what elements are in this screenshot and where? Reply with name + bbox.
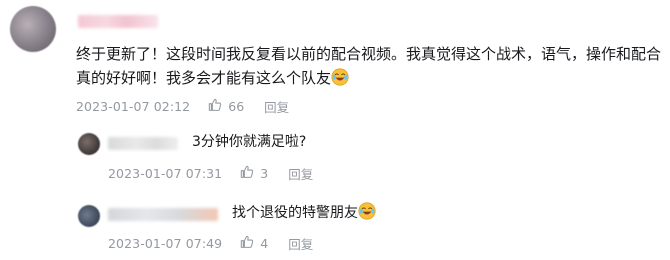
comment-text: 真的好好啊！我多会才能有这么个队友 (76, 69, 332, 87)
reply-timestamp: 2023-01-07 07:49 (108, 235, 223, 251)
thumbs-up-icon (208, 98, 228, 115)
like-count: 3 (260, 165, 269, 181)
reply-text: 3分钟你就满足啦? (192, 134, 307, 150)
laughing-tears-emoji-icon (358, 202, 376, 229)
laughing-tears-emoji-icon (331, 68, 349, 94)
comment-text-line-1: 终于更新了！这段时间我反复看以前的配合视频。我真觉得这个战术，语气，操作和配合 (76, 45, 662, 63)
reply-button[interactable]: 回复 (264, 97, 289, 116)
reply-meta: 2023-01-07 07:49 4 回复 (108, 234, 313, 252)
thumbs-up-icon (240, 235, 260, 252)
reply-text: 找个退役的特警朋友 (232, 205, 358, 221)
username-blurred[interactable] (108, 208, 218, 221)
username-blurred[interactable] (78, 15, 158, 28)
like-count: 4 (260, 235, 269, 251)
comment-text-line-2: 真的好好啊！我多会才能有这么个队友 (76, 66, 349, 94)
avatar[interactable] (78, 133, 100, 155)
reply-meta: 2023-01-07 07:31 3 回复 (108, 164, 313, 182)
reply-button[interactable]: 回复 (288, 234, 313, 253)
avatar[interactable] (10, 6, 56, 52)
like-count: 66 (228, 98, 245, 114)
thumbs-up-icon (240, 165, 260, 182)
avatar[interactable] (78, 205, 100, 227)
comment-meta: 2023-01-07 02:12 66 回复 (76, 97, 289, 115)
reply-button[interactable]: 回复 (288, 164, 313, 183)
comment-timestamp: 2023-01-07 02:12 (76, 98, 191, 114)
like-button[interactable]: 4 (240, 235, 268, 252)
like-button[interactable]: 3 (240, 165, 268, 182)
username-blurred[interactable] (108, 137, 178, 150)
reply-timestamp: 2023-01-07 07:31 (108, 165, 223, 181)
like-button[interactable]: 66 (208, 98, 244, 115)
reply-text-line: 找个退役的特警朋友 (232, 201, 376, 229)
